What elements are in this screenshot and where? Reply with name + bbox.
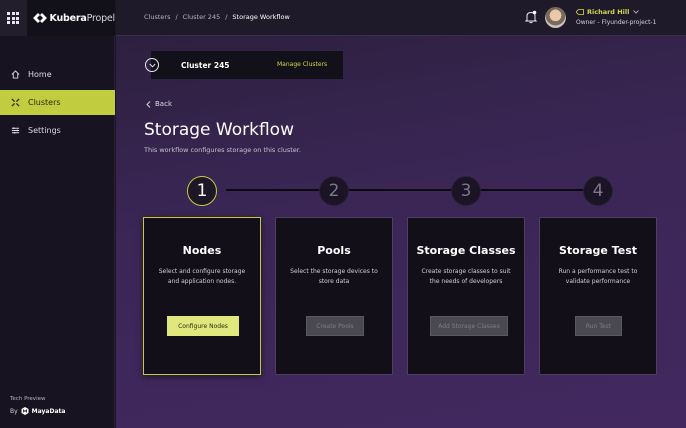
sidebar-item-label: Settings	[28, 126, 61, 135]
manage-clusters-link[interactable]: Manage Clusters	[277, 61, 327, 68]
chevron-left-icon	[146, 100, 151, 108]
sidebar-nav: Home Clusters Settings	[0, 62, 115, 146]
breadcrumb-current: Storage Workflow	[232, 13, 290, 21]
user-badge-icon	[576, 9, 584, 15]
back-link[interactable]: Back	[146, 100, 172, 108]
breadcrumb: Clusters / Cluster 245 / Storage Workflo…	[144, 13, 295, 21]
step-card-pools: Pools Select the storage devices to stor…	[275, 217, 393, 375]
brand-name: KuberaPropel	[49, 12, 116, 24]
home-icon	[10, 70, 20, 80]
card-title: Pools	[317, 244, 351, 257]
tech-preview-label: Tech Preview	[10, 396, 46, 402]
step-2-indicator[interactable]: 2	[319, 176, 349, 206]
notification-bell-icon[interactable]	[525, 10, 537, 24]
breadcrumb-separator: /	[225, 13, 228, 21]
step-card-storage-classes: Storage Classes Create storage classes t…	[407, 217, 525, 375]
sidebar-item-clusters[interactable]: Clusters	[0, 90, 115, 115]
by-label: By	[10, 407, 18, 415]
main-content: Clusters / Cluster 245 / Storage Workflo…	[116, 0, 686, 428]
step-card-nodes: Nodes Select and configure storage and a…	[143, 217, 261, 375]
breadcrumb-clusters[interactable]: Clusters	[144, 13, 170, 21]
sidebar-item-label: Clusters	[28, 98, 61, 107]
configure-nodes-button[interactable]: Configure Nodes	[167, 316, 239, 336]
chevron-down-icon	[633, 10, 640, 14]
step-4-indicator[interactable]: 4	[583, 176, 613, 206]
card-title: Nodes	[182, 244, 222, 257]
user-name: Richard Hill	[587, 8, 630, 16]
create-pools-button[interactable]: Create Pools	[306, 316, 364, 336]
sidebar-item-home[interactable]: Home	[0, 62, 115, 87]
card-description: Create storage classes to suit the needs…	[421, 268, 511, 285]
top-bar: Clusters / Cluster 245 / Storage Workflo…	[116, 0, 686, 36]
mayadata-logo-icon	[21, 407, 29, 415]
brand-logo[interactable]: KuberaPropel	[32, 12, 116, 24]
card-description: Run a performance test to validate perfo…	[558, 268, 638, 285]
sidebar-item-settings[interactable]: Settings	[0, 118, 115, 143]
mayadata-credit: By MayaData	[10, 407, 65, 415]
breadcrumb-cluster-245[interactable]: Cluster 245	[183, 13, 221, 21]
sidebar: KuberaPropel Home Clusters Settings Tech…	[0, 0, 115, 428]
chevron-down-icon	[148, 63, 156, 68]
user-menu[interactable]: Richard Hill	[576, 8, 640, 16]
clusters-icon	[10, 98, 20, 108]
card-description: Select the storage devices to store data	[290, 268, 378, 285]
back-label: Back	[155, 100, 172, 108]
step-1-indicator[interactable]: 1	[187, 176, 217, 206]
page-subtitle: This workflow configures storage on this…	[144, 146, 301, 154]
apps-grid-icon	[7, 12, 20, 24]
breadcrumb-separator: /	[175, 13, 178, 21]
card-title: Storage Classes	[416, 244, 516, 257]
kubera-logo-icon	[32, 13, 47, 23]
apps-grid-button[interactable]	[0, 0, 27, 36]
step-3-indicator[interactable]: 3	[451, 176, 481, 206]
avatar[interactable]	[545, 7, 566, 28]
cluster-dropdown-button[interactable]	[145, 58, 159, 72]
user-role: Owner - Flyunder-project-1	[576, 19, 657, 26]
sidebar-item-label: Home	[28, 70, 52, 79]
add-storage-classes-button[interactable]: Add Storage Classes	[430, 316, 508, 336]
stepper-line	[226, 189, 586, 191]
card-title: Storage Test	[558, 244, 638, 257]
page-title: Storage Workflow	[144, 120, 294, 140]
card-description: Select and configure storage and applica…	[158, 268, 246, 285]
step-card-storage-test: Storage Test Run a performance test to v…	[539, 217, 657, 375]
cluster-name: Cluster 245	[181, 60, 230, 70]
logo-bar: KuberaPropel	[0, 0, 115, 36]
run-test-button[interactable]: Run Test	[575, 316, 622, 336]
settings-icon	[10, 126, 20, 136]
mayadata-name: MayaData	[31, 407, 66, 415]
